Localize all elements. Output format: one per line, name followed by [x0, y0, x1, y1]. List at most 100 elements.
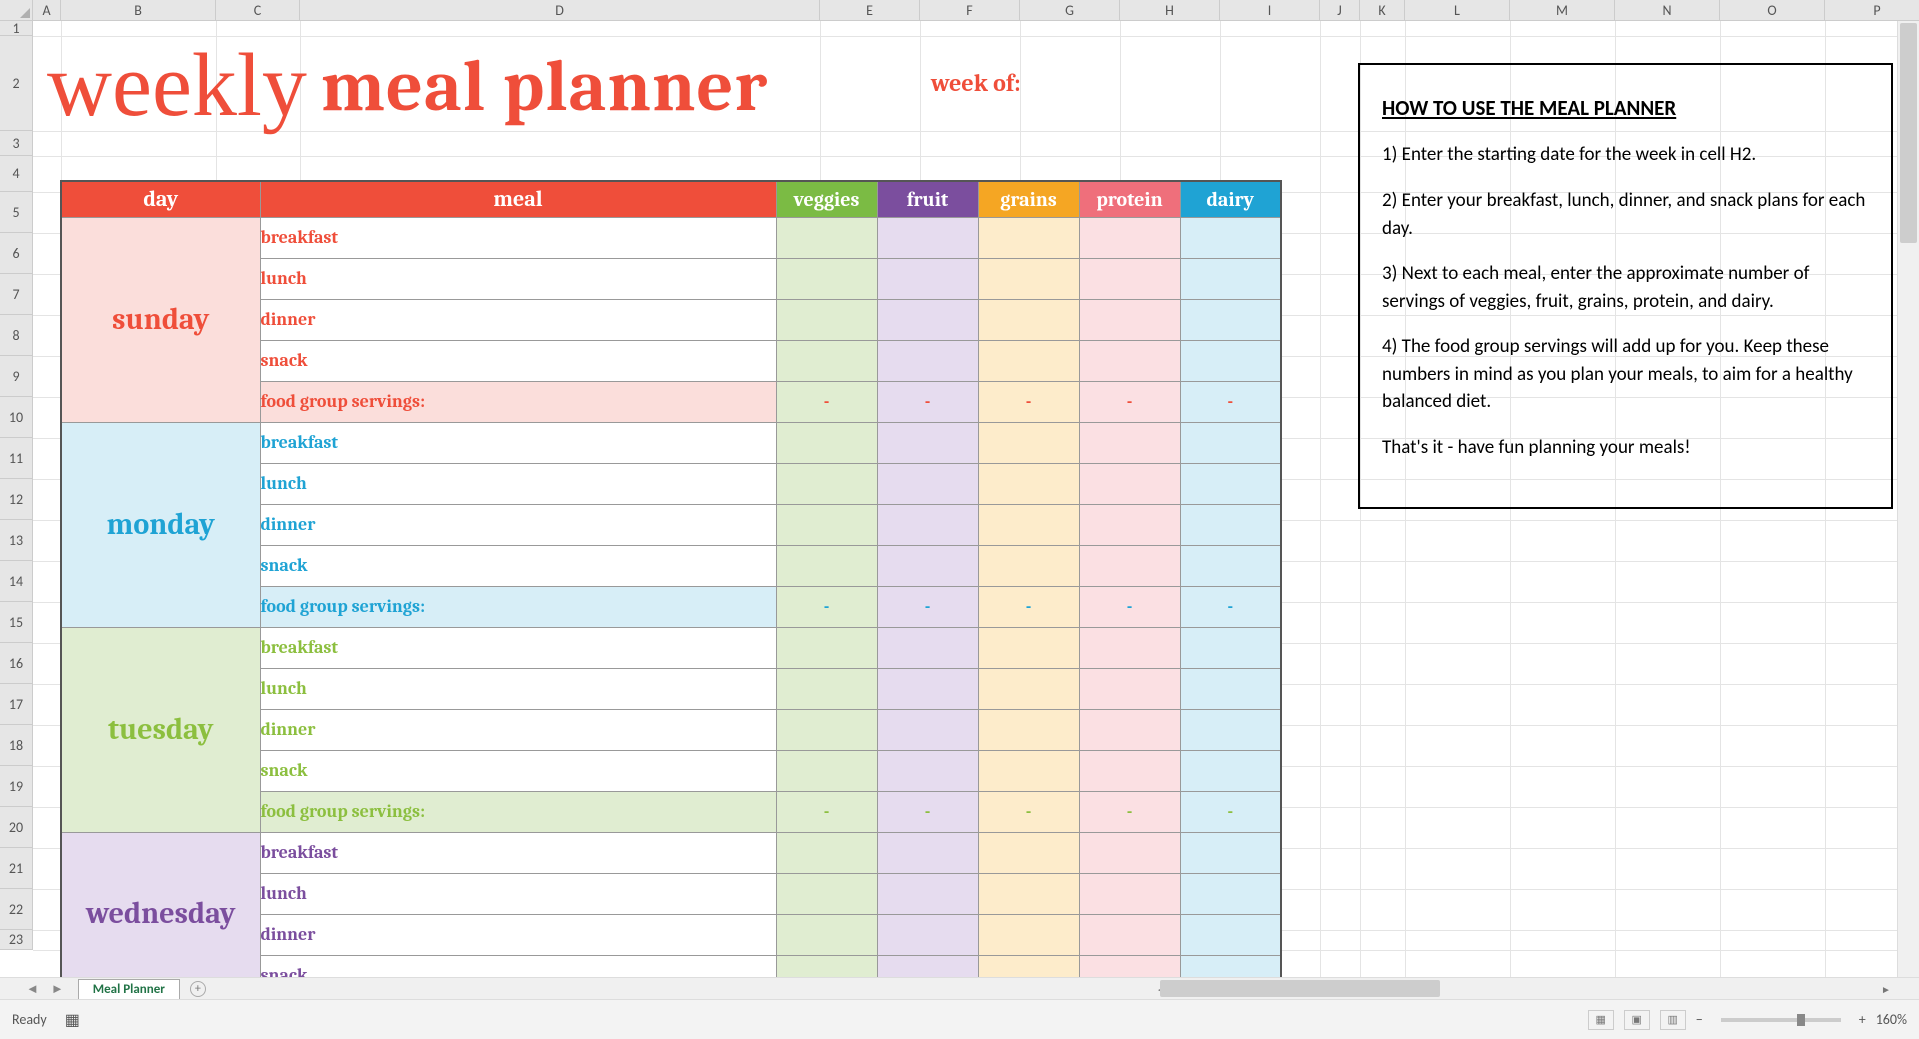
serv-tuesday-dinner-veggies[interactable]	[776, 709, 877, 750]
meal-cell-tuesday-snack[interactable]: snack	[260, 750, 776, 791]
col-header-E[interactable]: E	[820, 0, 920, 20]
zoom-level[interactable]: 160%	[1876, 1011, 1907, 1028]
serv-sunday-dinner-dairy[interactable]	[1180, 299, 1281, 340]
serv-monday-snack-fruit[interactable]	[877, 545, 978, 586]
zoom-slider[interactable]	[1721, 1018, 1841, 1022]
serv-sunday-snack-grains[interactable]	[978, 340, 1079, 381]
col-header-F[interactable]: F	[920, 0, 1020, 20]
meal-cell-wednesday-dinner[interactable]: dinner	[260, 914, 776, 955]
serv-tuesday-dinner-protein[interactable]	[1079, 709, 1180, 750]
col-header-D[interactable]: D	[300, 0, 820, 20]
col-header-B[interactable]: B	[61, 0, 216, 20]
serv-sunday-dinner-veggies[interactable]	[776, 299, 877, 340]
row-header-20[interactable]: 20	[0, 807, 32, 848]
row-header-2[interactable]: 2	[0, 36, 32, 131]
serv-sunday-lunch-protein[interactable]	[1079, 258, 1180, 299]
col-header-N[interactable]: N	[1615, 0, 1720, 20]
col-header-G[interactable]: G	[1020, 0, 1120, 20]
serv-monday-snack-dairy[interactable]	[1180, 545, 1281, 586]
serv-sunday-breakfast-veggies[interactable]	[776, 217, 877, 258]
col-header-M[interactable]: M	[1510, 0, 1615, 20]
row-header-10[interactable]: 10	[0, 397, 32, 438]
row-header-6[interactable]: 6	[0, 233, 32, 274]
row-header-14[interactable]: 14	[0, 561, 32, 602]
row-header-13[interactable]: 13	[0, 520, 32, 561]
tab-nav-next-icon[interactable]: ►	[45, 981, 70, 997]
day-cell-monday[interactable]: monday	[61, 422, 260, 627]
serv-wednesday-lunch-dairy[interactable]	[1180, 873, 1281, 914]
serv-tuesday-dinner-grains[interactable]	[978, 709, 1079, 750]
serv-wednesday-dinner-veggies[interactable]	[776, 914, 877, 955]
serv-wednesday-breakfast-grains[interactable]	[978, 832, 1079, 873]
serv-sunday-snack-protein[interactable]	[1079, 340, 1180, 381]
row-header-7[interactable]: 7	[0, 274, 32, 315]
serv-tuesday-breakfast-protein[interactable]	[1079, 627, 1180, 668]
row-header-4[interactable]: 4	[0, 156, 32, 192]
meal-cell-monday-snack[interactable]: snack	[260, 545, 776, 586]
serv-wednesday-lunch-fruit[interactable]	[877, 873, 978, 914]
serv-monday-breakfast-dairy[interactable]	[1180, 422, 1281, 463]
row-header-17[interactable]: 17	[0, 684, 32, 725]
serv-sunday-dinner-protein[interactable]	[1079, 299, 1180, 340]
serv-sunday-snack-dairy[interactable]	[1180, 340, 1281, 381]
serv-monday-snack-grains[interactable]	[978, 545, 1079, 586]
row-header-22[interactable]: 22	[0, 889, 32, 930]
serv-tuesday-snack-fruit[interactable]	[877, 750, 978, 791]
meal-cell-sunday-breakfast[interactable]: breakfast	[260, 217, 776, 258]
row-headers[interactable]: 1234567891011121314151617181920212223	[0, 21, 33, 950]
serv-monday-lunch-grains[interactable]	[978, 463, 1079, 504]
serv-tuesday-breakfast-fruit[interactable]	[877, 627, 978, 668]
serv-tuesday-lunch-dairy[interactable]	[1180, 668, 1281, 709]
col-header-H[interactable]: H	[1120, 0, 1220, 20]
day-cell-tuesday[interactable]: tuesday	[61, 627, 260, 832]
meal-cell-tuesday-breakfast[interactable]: breakfast	[260, 627, 776, 668]
serv-tuesday-lunch-veggies[interactable]	[776, 668, 877, 709]
serv-monday-snack-veggies[interactable]	[776, 545, 877, 586]
serv-sunday-dinner-grains[interactable]	[978, 299, 1079, 340]
col-header-P[interactable]: P	[1825, 0, 1919, 20]
serv-tuesday-breakfast-veggies[interactable]	[776, 627, 877, 668]
serv-monday-breakfast-grains[interactable]	[978, 422, 1079, 463]
serv-monday-breakfast-fruit[interactable]	[877, 422, 978, 463]
serv-sunday-lunch-fruit[interactable]	[877, 258, 978, 299]
serv-wednesday-lunch-protein[interactable]	[1079, 873, 1180, 914]
meal-cell-monday-dinner[interactable]: dinner	[260, 504, 776, 545]
serv-monday-lunch-dairy[interactable]	[1180, 463, 1281, 504]
column-headers[interactable]: ABCDEFGHIJKLMNOPQ	[33, 0, 1919, 21]
meal-cell-wednesday-breakfast[interactable]: breakfast	[260, 832, 776, 873]
serv-wednesday-breakfast-fruit[interactable]	[877, 832, 978, 873]
serv-sunday-lunch-grains[interactable]	[978, 258, 1079, 299]
serv-monday-lunch-fruit[interactable]	[877, 463, 978, 504]
serv-tuesday-lunch-fruit[interactable]	[877, 668, 978, 709]
serv-monday-lunch-protein[interactable]	[1079, 463, 1180, 504]
select-all-corner[interactable]	[0, 0, 33, 21]
serv-wednesday-breakfast-dairy[interactable]	[1180, 832, 1281, 873]
page-layout-view-button[interactable]: ▣	[1624, 1010, 1650, 1030]
row-header-23[interactable]: 23	[0, 930, 32, 950]
zoom-in-button[interactable]: +	[1859, 1011, 1866, 1028]
row-header-8[interactable]: 8	[0, 315, 32, 356]
day-cell-wednesday[interactable]: wednesday	[61, 832, 260, 996]
serv-wednesday-lunch-grains[interactable]	[978, 873, 1079, 914]
meal-cell-sunday-lunch[interactable]: lunch	[260, 258, 776, 299]
meal-cell-sunday-snack[interactable]: snack	[260, 340, 776, 381]
serv-sunday-breakfast-fruit[interactable]	[877, 217, 978, 258]
row-header-18[interactable]: 18	[0, 725, 32, 766]
serv-tuesday-snack-protein[interactable]	[1079, 750, 1180, 791]
row-header-3[interactable]: 3	[0, 131, 32, 156]
serv-tuesday-lunch-protein[interactable]	[1079, 668, 1180, 709]
serv-sunday-lunch-dairy[interactable]	[1180, 258, 1281, 299]
serv-monday-dinner-grains[interactable]	[978, 504, 1079, 545]
serv-wednesday-breakfast-protein[interactable]	[1079, 832, 1180, 873]
tab-nav-prev-icon[interactable]: ◄	[20, 981, 45, 997]
row-header-12[interactable]: 12	[0, 479, 32, 520]
meal-cell-tuesday-lunch[interactable]: lunch	[260, 668, 776, 709]
col-header-I[interactable]: I	[1220, 0, 1320, 20]
serv-wednesday-dinner-dairy[interactable]	[1180, 914, 1281, 955]
serv-sunday-breakfast-grains[interactable]	[978, 217, 1079, 258]
row-header-16[interactable]: 16	[0, 643, 32, 684]
serv-tuesday-dinner-fruit[interactable]	[877, 709, 978, 750]
serv-tuesday-snack-dairy[interactable]	[1180, 750, 1281, 791]
worksheet-area[interactable]: weekly meal planner week of: daymealvegg…	[33, 21, 1897, 977]
serv-wednesday-breakfast-veggies[interactable]	[776, 832, 877, 873]
